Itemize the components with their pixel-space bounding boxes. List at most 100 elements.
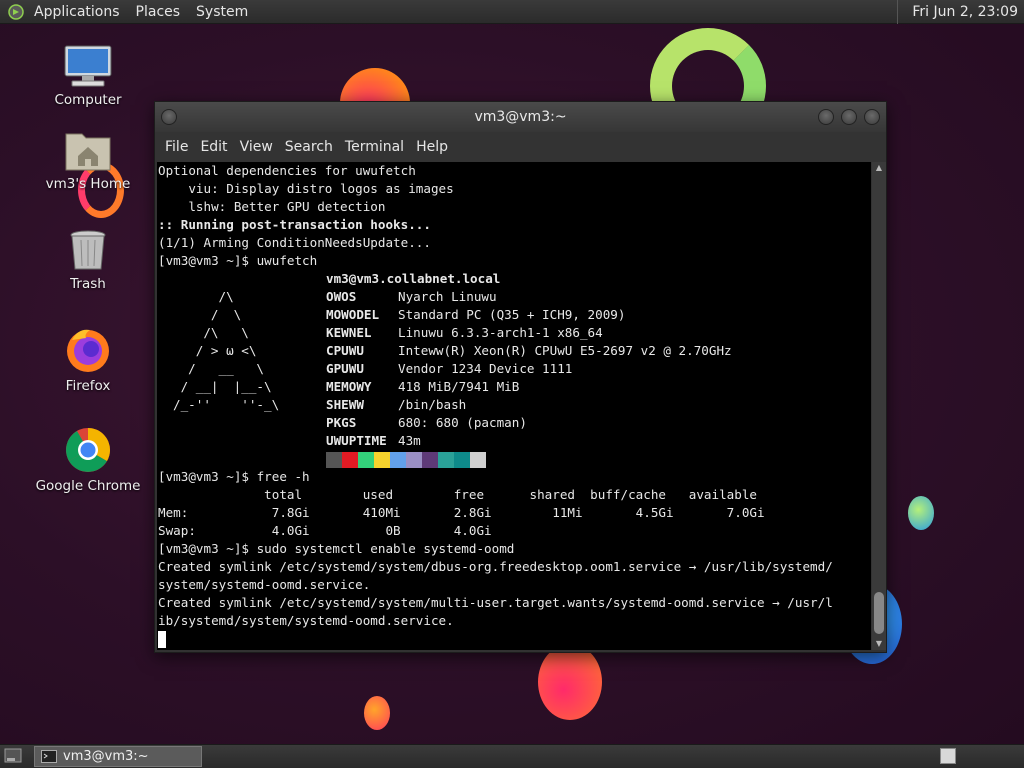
distro-logo-icon[interactable]	[8, 3, 24, 20]
color-swatch	[342, 452, 358, 468]
window-titlebar[interactable]: vm3@vm3:~	[155, 102, 886, 132]
wallpaper-shape	[538, 644, 602, 720]
window-menu-button[interactable]	[161, 109, 177, 125]
fetch-value: Linuwu 6.3.3-arch1-1 x86_64	[398, 325, 603, 340]
bottom-panel: vm3@vm3:~	[0, 744, 1024, 768]
show-desktop-icon[interactable]	[4, 748, 22, 764]
ascii-logo-line: /\	[173, 289, 234, 304]
color-swatch	[438, 452, 454, 468]
home-folder-icon	[65, 133, 111, 171]
fetch-value: Nyarch Linuwu	[398, 289, 497, 304]
scroll-up-icon[interactable]: ▲	[872, 162, 886, 174]
terminal-line: :: Running post-transaction hooks...	[158, 217, 431, 232]
fetch-value: 680: 680 (pacman)	[398, 415, 527, 430]
scrollbar-thumb[interactable]	[874, 592, 884, 634]
color-swatch	[406, 452, 422, 468]
terminal-output[interactable]: Optional dependencies for uwufetch viu: …	[157, 162, 871, 650]
ascii-logo-line: / __ \	[173, 361, 264, 376]
firefox-icon	[67, 329, 109, 372]
desktop-icon-firefox[interactable]: Firefox	[28, 326, 148, 394]
fetch-key: UWUPTIME	[326, 433, 387, 448]
terminal-icon	[41, 750, 57, 763]
fetch-key: GPUWU	[326, 361, 364, 376]
fetch-key: MOWODEL	[326, 307, 380, 322]
fetch-value: 418 MiB/7941 MiB	[398, 379, 520, 394]
fetch-key: PKGS	[326, 415, 357, 430]
desktop-icon-label: Computer	[54, 92, 122, 108]
wallpaper-shape	[364, 696, 390, 730]
menu-applications[interactable]: Applications	[26, 0, 128, 24]
taskbar-item-label: vm3@vm3:~	[63, 749, 149, 764]
fetch-key: KEWNEL	[326, 325, 372, 340]
terminal-line: Optional dependencies for uwufetch	[158, 163, 416, 178]
fetch-value: Standard PC (Q35 + ICH9, 2009)	[398, 307, 626, 322]
terminal-prompt: [vm3@vm3 ~]$ free -h	[158, 469, 310, 484]
free-swap-row: Swap: 4.0Gi 0B 4.0Gi	[158, 523, 492, 538]
computer-icon	[64, 45, 112, 87]
terminal-menubar: File Edit View Search Terminal Help	[155, 132, 886, 162]
scroll-down-icon[interactable]: ▼	[872, 638, 886, 650]
menu-search[interactable]: Search	[279, 132, 339, 162]
terminal-line: (1/1) Arming ConditionNeedsUpdate...	[158, 235, 431, 250]
fetch-value: Inteww(R) Xeon(R) CPUwU E5-2697 v2 @ 2.7…	[398, 343, 732, 358]
color-swatch	[390, 452, 406, 468]
minimize-button[interactable]	[818, 109, 834, 125]
menu-view[interactable]: View	[234, 132, 279, 162]
free-mem-row: Mem: 7.8Gi 410Mi 2.8Gi 11Mi 4.5Gi 7.0Gi	[158, 505, 765, 520]
color-swatch	[326, 452, 342, 468]
terminal-line: Created symlink /etc/systemd/system/mult…	[158, 595, 833, 610]
fetch-value: /bin/bash	[398, 397, 467, 412]
workspace-switcher[interactable]	[940, 748, 956, 764]
trash-icon	[70, 230, 106, 270]
text-cursor	[158, 631, 166, 648]
terminal-window: vm3@vm3:~ File Edit View Search Terminal…	[154, 101, 887, 653]
desktop-icon-label: Google Chrome	[35, 478, 141, 494]
ascii-logo-line: / __| |__-\	[173, 379, 272, 394]
desktop-icon-chrome[interactable]: Google Chrome	[28, 426, 148, 494]
terminal-line: ib/systemd/system/systemd-oomd.service.	[158, 613, 454, 628]
clock[interactable]: Fri Jun 2, 23:09	[897, 0, 1024, 24]
terminal-prompt: [vm3@vm3 ~]$ uwufetch	[158, 253, 318, 268]
color-swatch	[470, 452, 486, 468]
terminal-line: lshw: Better GPU detection	[158, 199, 386, 214]
desktop-icon-label: vm3's Home	[45, 176, 131, 192]
fetch-key: OWOS	[326, 289, 357, 304]
fetch-value: 43m	[398, 433, 421, 448]
fetch-key: MEMOWY	[326, 379, 372, 394]
menu-places[interactable]: Places	[128, 0, 189, 24]
terminal-scrollbar[interactable]: ▲ ▼	[872, 162, 886, 650]
fetch-key: CPUWU	[326, 343, 364, 358]
terminal-line: Created symlink /etc/systemd/system/dbus…	[158, 559, 833, 574]
chrome-icon	[66, 428, 110, 472]
menu-file[interactable]: File	[159, 132, 194, 162]
free-header: total used free shared buff/cache availa…	[158, 487, 757, 502]
desktop-icon-label: Trash	[70, 276, 106, 292]
ascii-logo-line: / \	[173, 307, 242, 322]
menu-help[interactable]: Help	[410, 132, 454, 162]
desktop-icon-home[interactable]: vm3's Home	[28, 128, 148, 192]
taskbar-item-terminal[interactable]: vm3@vm3:~	[34, 746, 202, 767]
desktop-icon-computer[interactable]: Computer	[28, 44, 148, 108]
ascii-logo-line: /\ \	[173, 325, 249, 340]
menu-system[interactable]: System	[188, 0, 256, 24]
window-title: vm3@vm3:~	[474, 109, 567, 125]
color-swatch	[374, 452, 390, 468]
ascii-logo-line: /_-'' ''-_\	[173, 397, 280, 412]
desktop-icon-trash[interactable]: Trash	[28, 228, 148, 292]
color-swatch	[422, 452, 438, 468]
desktop-icon-label: Firefox	[65, 378, 111, 394]
color-swatch	[358, 452, 374, 468]
fetch-key: SHEWW	[326, 397, 364, 412]
maximize-button[interactable]	[841, 109, 857, 125]
ascii-logo-line: / > ω <\	[173, 343, 257, 358]
color-swatch	[454, 452, 470, 468]
menu-terminal[interactable]: Terminal	[339, 132, 410, 162]
terminal-prompt: [vm3@vm3 ~]$ sudo systemctl enable syste…	[158, 541, 515, 556]
menu-edit[interactable]: Edit	[194, 132, 233, 162]
fetch-value: Vendor 1234 Device 1111	[398, 361, 573, 376]
terminal-line: system/systemd-oomd.service.	[158, 577, 371, 592]
close-button[interactable]	[864, 109, 880, 125]
top-panel: Applications Places System Fri Jun 2, 23…	[0, 0, 1024, 24]
fetch-host: vm3@vm3.collabnet.local	[326, 271, 501, 286]
terminal-line: viu: Display distro logos as images	[158, 181, 454, 196]
